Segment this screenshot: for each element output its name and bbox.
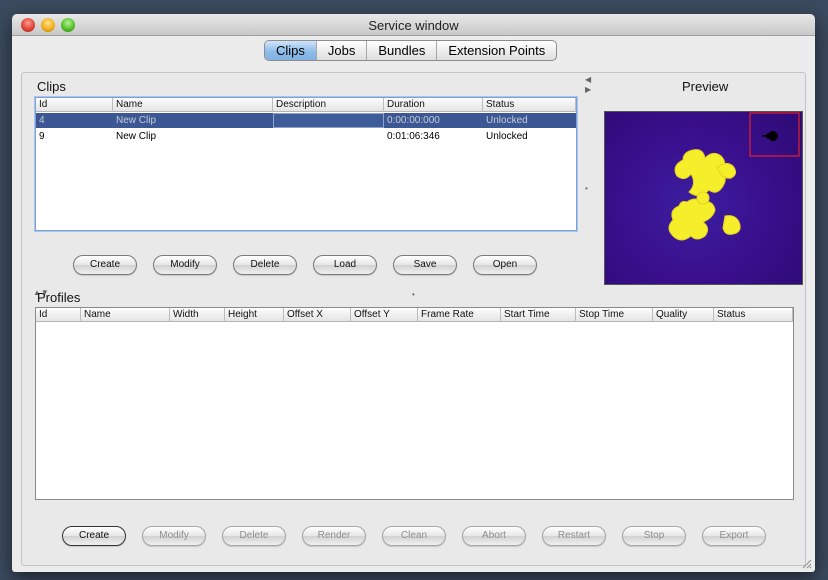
profiles-render-button[interactable]: Render [302,526,366,546]
cell-status: Unlocked [486,115,528,126]
profiles-col-width[interactable]: Width [170,308,225,322]
tab-bundles[interactable]: Bundles [367,41,438,60]
clips-open-button[interactable]: Open [473,255,537,275]
profiles-col-offset-y[interactable]: Offset Y [351,308,418,322]
collapse-right-arrow-icon[interactable]: ▶ [585,86,591,94]
title-bar[interactable]: Service window [12,14,815,36]
clips-create-button[interactable]: Create [73,255,137,275]
clips-delete-button[interactable]: Delete [233,255,297,275]
profiles-col-id[interactable]: Id [36,308,81,322]
tab-clips[interactable]: Clips [265,41,317,60]
clips-modify-button[interactable]: Modify [153,255,217,275]
profiles-section-title: Profiles [37,290,81,305]
cell-duration: 0:01:06:346 [387,131,440,142]
profiles-col-offset-x[interactable]: Offset X [284,308,351,322]
fractal-preview [668,112,800,241]
cell-id: 9 [39,131,45,142]
cell-status: Unlocked [486,131,528,142]
profiles-delete-button[interactable]: Delete [222,526,286,546]
profiles-col-height[interactable]: Height [225,308,284,322]
cell-name: New Clip [116,115,157,126]
profiles-export-button[interactable]: Export [702,526,766,546]
profiles-col-frame-rate[interactable]: Frame Rate [418,308,501,322]
preview-title: Preview [682,79,729,94]
profiles-restart-button[interactable]: Restart [542,526,606,546]
clips-table-header: Id Name Description Duration Status [36,98,576,112]
clips-col-name[interactable]: Name [113,98,273,112]
cell-id: 4 [39,115,45,126]
service-window: Service window Clips Jobs Bundles Extens… [12,14,815,572]
table-row[interactable]: 4 New Clip 0:00:00:000 Unlocked [36,113,576,128]
profiles-table-header: Id Name Width Height Offset X Offset Y F… [36,308,793,322]
clips-save-button[interactable]: Save [393,255,457,275]
resize-grip-icon[interactable] [800,557,812,569]
clips-col-id[interactable]: Id [36,98,113,112]
profiles-abort-button[interactable]: Abort [462,526,526,546]
preview-image[interactable] [604,111,803,285]
cell-description [273,129,384,144]
tab-jobs[interactable]: Jobs [317,41,368,60]
collapse-left-arrow-icon[interactable]: ◀ [585,76,591,84]
table-row[interactable]: 9 New Clip 0:01:06:346 Unlocked [36,129,576,144]
window-title: Service window [368,18,459,33]
splitter-grip-icon[interactable]: • [412,291,415,299]
clips-section-title: Clips [37,79,66,94]
profiles-create-button[interactable]: Create [62,526,126,546]
clips-table[interactable]: Id Name Description Duration Status 4 Ne… [35,97,577,231]
content-panel: Clips Id Name Description Duration Statu… [21,72,806,566]
profiles-table[interactable]: Id Name Width Height Offset X Offset Y F… [35,307,794,500]
cell-duration: 0:00:00:000 [387,115,440,126]
splitter-handle-icon[interactable]: • [585,185,588,193]
profiles-clean-button[interactable]: Clean [382,526,446,546]
clips-col-duration[interactable]: Duration [384,98,483,112]
profiles-stop-button[interactable]: Stop [622,526,686,546]
profiles-modify-button[interactable]: Modify [142,526,206,546]
profiles-col-start-time[interactable]: Start Time [501,308,576,322]
cell-name: New Clip [116,131,157,142]
clips-col-description[interactable]: Description [273,98,384,112]
profiles-col-stop-time[interactable]: Stop Time [576,308,653,322]
tab-extension-points[interactable]: Extension Points [437,41,556,60]
clips-load-button[interactable]: Load [313,255,377,275]
profiles-col-status[interactable]: Status [714,308,793,322]
tab-bar: Clips Jobs Bundles Extension Points [264,40,558,61]
cell-description[interactable] [273,113,384,128]
clips-col-status[interactable]: Status [483,98,576,112]
profiles-col-name[interactable]: Name [81,308,170,322]
profiles-col-quality[interactable]: Quality [653,308,714,322]
